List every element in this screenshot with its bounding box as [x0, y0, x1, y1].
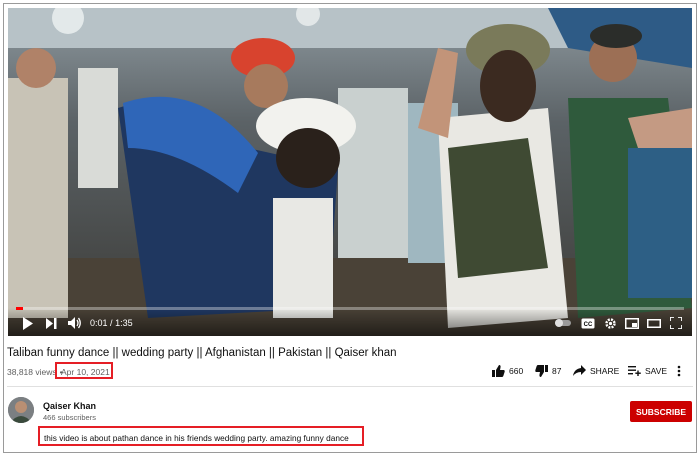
channel-name[interactable]: Qaiser Khan: [43, 401, 96, 411]
section-divider: [7, 386, 693, 387]
video-player[interactable]: 0:01 / 1:35 CC: [8, 8, 692, 336]
svg-text:CC: CC: [584, 322, 593, 328]
save-playlist-icon: [628, 366, 641, 376]
progress-bar[interactable]: [16, 307, 684, 310]
theater-icon: [647, 318, 661, 328]
cc-icon: CC: [581, 318, 595, 328]
mute-button[interactable]: [66, 315, 82, 331]
channel-avatar-image: [8, 397, 34, 423]
autoplay-toggle[interactable]: [554, 315, 572, 331]
progress-played: [16, 307, 24, 310]
share-label: SHARE: [590, 365, 620, 376]
save-label: SAVE: [645, 365, 668, 376]
dislike-count: 87: [552, 366, 562, 376]
like-button[interactable]: 660: [492, 365, 523, 377]
fullscreen-icon: [670, 317, 682, 329]
more-icon: [677, 365, 681, 377]
settings-icon: [604, 317, 616, 329]
subscribe-button[interactable]: SUBSCRIBE: [630, 401, 692, 422]
play-icon: [22, 316, 33, 330]
thumbs-down-icon: [535, 365, 548, 377]
settings-button[interactable]: [602, 315, 618, 331]
share-button[interactable]: SHARE: [573, 365, 619, 376]
volume-icon: [67, 317, 81, 329]
time-display: 0:01 / 1:35: [90, 318, 133, 328]
captions-button[interactable]: CC: [580, 315, 596, 331]
miniplayer-button[interactable]: [624, 315, 640, 331]
time-total: 1:35: [115, 318, 133, 328]
subscriber-count: 466 subscribers: [43, 413, 96, 422]
play-button[interactable]: [20, 315, 34, 331]
save-button[interactable]: SAVE: [628, 365, 667, 376]
date-highlight-box: [55, 362, 113, 379]
video-title: Taliban funny dance || wedding party || …: [7, 347, 397, 359]
time-current: 0:01: [90, 318, 108, 328]
fullscreen-button[interactable]: [668, 315, 684, 331]
share-icon: [573, 365, 586, 376]
channel-avatar[interactable]: [8, 397, 34, 423]
miniplayer-icon: [625, 317, 639, 329]
dislike-button[interactable]: 87: [535, 365, 561, 377]
video-frame-image: [8, 8, 692, 336]
view-count: 38,818 views: [7, 367, 57, 377]
like-count: 660: [509, 366, 524, 376]
video-description: this video is about pathan dance in his …: [44, 433, 349, 443]
autoplay-toggle-icon: [555, 319, 571, 327]
more-actions-button[interactable]: [677, 365, 685, 377]
theater-mode-button[interactable]: [646, 315, 662, 331]
next-icon: [45, 317, 56, 329]
thumbs-up-icon: [492, 365, 505, 377]
next-button[interactable]: [44, 315, 58, 331]
